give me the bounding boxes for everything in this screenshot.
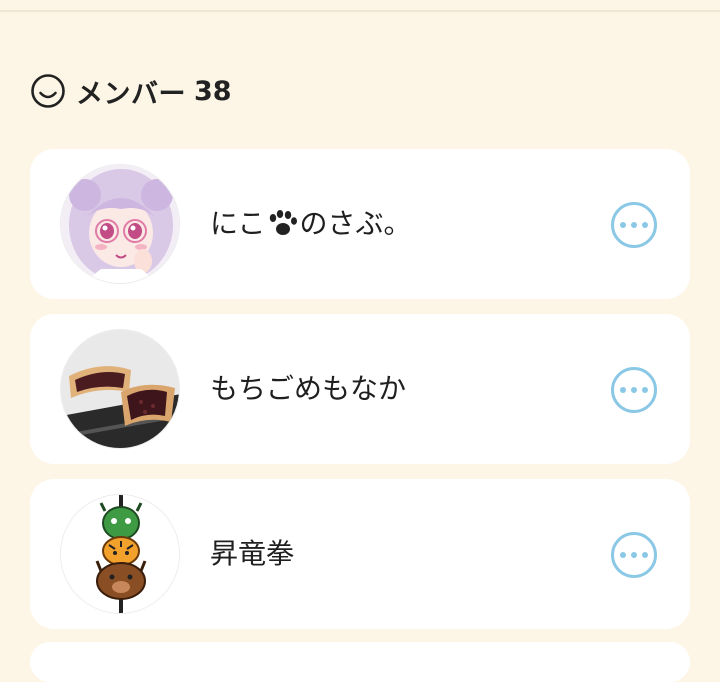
more-options-button[interactable] — [611, 532, 657, 578]
more-options-button[interactable] — [611, 367, 657, 413]
dot-icon — [642, 222, 648, 228]
paw-icon — [270, 210, 298, 235]
anime-girl-avatar[interactable] — [60, 164, 180, 284]
members-count: 38 — [194, 75, 232, 107]
member-name: 昇竜拳 — [210, 537, 295, 570]
dragon-tiger-boar-skewer-avatar[interactable] — [60, 494, 180, 614]
smile-face-icon — [31, 74, 65, 108]
members-label: メンバー — [76, 78, 186, 110]
members-section-header: メンバー 38 — [30, 72, 232, 110]
dot-icon — [631, 387, 637, 393]
dot-icon — [631, 222, 637, 228]
top-divider — [0, 10, 720, 12]
member-name: にこ のさぶ。 — [210, 207, 412, 240]
dot-icon — [631, 552, 637, 558]
member-card[interactable]: にこ のさぶ。 — [30, 149, 690, 299]
member-card[interactable]: 昇竜拳 — [30, 479, 690, 629]
dot-icon — [620, 222, 626, 228]
member-card-partial[interactable] — [30, 642, 690, 682]
dot-icon — [642, 552, 648, 558]
dot-icon — [620, 387, 626, 393]
member-list: にこ のさぶ。 もちごめもなか 昇竜拳 — [30, 149, 690, 644]
member-card[interactable]: もちごめもなか — [30, 314, 690, 464]
member-name: もちごめもなか — [210, 372, 407, 405]
dot-icon — [620, 552, 626, 558]
dot-icon — [642, 387, 648, 393]
monaka-sweet-avatar[interactable] — [60, 329, 180, 449]
more-options-button[interactable] — [611, 202, 657, 248]
